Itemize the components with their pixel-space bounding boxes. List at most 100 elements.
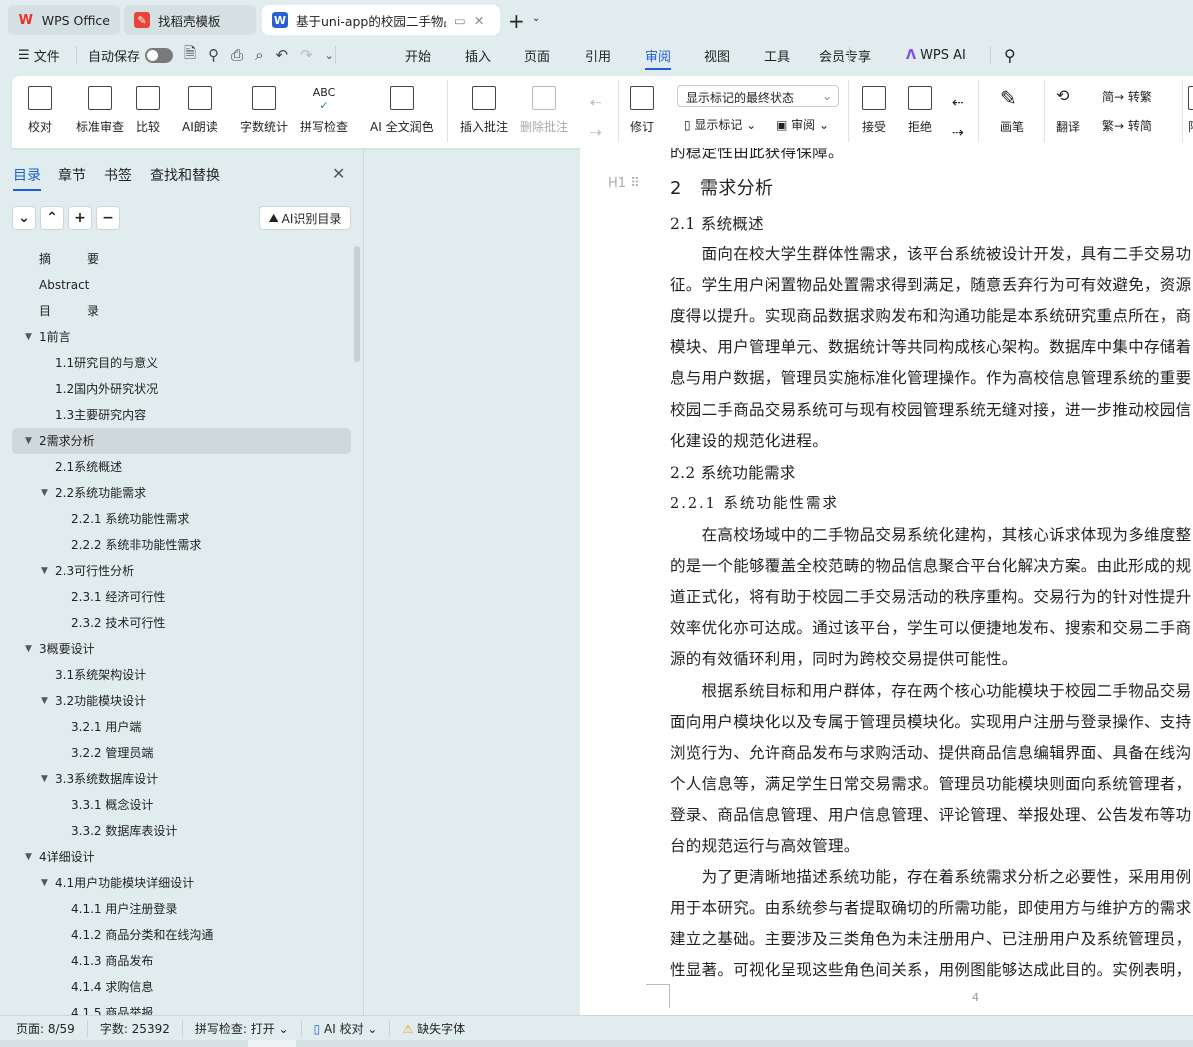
toc-item[interactable]: 4.1.2 商品分类和在线沟通 (12, 922, 351, 948)
toc-item[interactable]: 1.1研究目的与意义 (12, 350, 351, 376)
menu-tab-3[interactable]: 引用 (585, 46, 611, 65)
to-simplified-button[interactable]: 繁→ 转简 (1102, 117, 1152, 134)
ai-proof-status[interactable]: ▯ AI 校对 ⌄ (302, 1019, 391, 1037)
prev-next-change-icons[interactable]: ⇠ ⇢ (952, 88, 964, 148)
drag-handle-icon[interactable]: ⠿ (630, 176, 640, 191)
ai-polish-button[interactable]: AI 全文润色 (370, 86, 434, 135)
print-icon[interactable]: ⎙ (231, 46, 243, 64)
show-markup-button[interactable]: ▯ 显示标记 ⌄ (684, 116, 756, 133)
toc-item[interactable]: ▼ 2.3可行性分析 (12, 558, 351, 584)
toc-item[interactable]: 3.1系统架构设计 (12, 662, 351, 688)
toc-item[interactable]: 4.1.1 用户注册登录 (12, 896, 351, 922)
toc-item[interactable]: ▼ 4详细设计 (12, 844, 351, 870)
ai-read-button[interactable]: AI朗读 (182, 86, 218, 135)
review-pane-button[interactable]: ▣ 审阅 ⌄ (776, 116, 829, 133)
expand-arrow-icon[interactable]: ▼ (25, 844, 32, 870)
toc-item[interactable]: ▼ 3概要设计 (12, 636, 351, 662)
toc-item[interactable]: ▼ 3.3系统数据库设计 (12, 766, 351, 792)
tab-chapters[interactable]: 章节 (58, 165, 86, 185)
collapse-button[interactable]: − (96, 206, 120, 230)
page-indicator[interactable]: 页面: 8/59 (0, 1019, 88, 1037)
heading-marker[interactable]: H1 ⠿ (608, 176, 640, 191)
chevron-down-icon[interactable]: ⌄ (532, 13, 540, 24)
markup-select[interactable]: 显示标记的最终状态 ⌄ (677, 85, 839, 107)
next-heading-button[interactable]: ⌄ (12, 206, 36, 230)
toc-item[interactable]: 2.3.2 技术可行性 (12, 610, 351, 636)
toc-item[interactable]: 1.3主要研究内容 (12, 402, 351, 428)
toc-item[interactable]: 3.2.2 管理员端 (12, 740, 351, 766)
expand-arrow-icon[interactable]: ▼ (25, 636, 32, 662)
menu-tab-4[interactable]: 审阅 (645, 46, 672, 70)
toc-item[interactable]: 1.2国内外研究状况 (12, 376, 351, 402)
toc-item[interactable]: 2.1系统概述 (12, 454, 351, 480)
toc-item[interactable]: 目 录 (12, 298, 351, 324)
toc-item[interactable]: 4.1.4 求购信息 (12, 974, 351, 1000)
spell-check-button[interactable]: ABC ✓ 拼写检查 (300, 86, 348, 135)
close-tab-icon[interactable]: ✕ (474, 13, 484, 28)
expand-arrow-icon[interactable]: ▼ (41, 688, 48, 714)
toggle-switch[interactable] (145, 47, 174, 63)
accept-button[interactable]: 接受 (862, 86, 886, 135)
redo-icon[interactable]: ↷ (300, 46, 313, 64)
toc-item[interactable]: ▼ 2.2系统功能需求 (12, 480, 351, 506)
document-page[interactable]: 的稳定性由此获得保障。 H1 ⠿ 2 需求分析 2.1 系统概述 面向在校大学生… (580, 148, 1193, 1015)
file-menu[interactable]: ☰ 文件 (18, 44, 60, 66)
toc-item[interactable]: ▼ 3.2功能模块设计 (12, 688, 351, 714)
toc-scrollbar[interactable] (354, 246, 360, 362)
tab-document[interactable]: W 基于uni-app的校园二手物品交 ▭ ✕ (262, 5, 500, 35)
translate-button[interactable]: ⟲ 翻译 (1056, 86, 1080, 135)
menu-tab-2[interactable]: 页面 (524, 46, 550, 65)
close-panel-icon[interactable]: ✕ (332, 164, 345, 183)
format-painter-icon[interactable]: ⚲ (208, 46, 219, 64)
expand-arrow-icon[interactable]: ▼ (25, 428, 32, 454)
word-count-button[interactable]: 字数统计 (240, 86, 288, 135)
toc-item[interactable]: 4.1.5 商品举报 (12, 1000, 351, 1015)
search-icon[interactable]: ⚲ (1004, 44, 1016, 66)
tab-wps-office[interactable]: W WPS Office (8, 5, 120, 35)
wps-ai-menu[interactable]: Λ WPS AI (906, 44, 966, 66)
toc-item[interactable]: 4.1.3 商品发布 (12, 948, 351, 974)
missing-font-status[interactable]: ⚠ 缺失字体 (390, 1020, 477, 1037)
expand-button[interactable]: + (68, 206, 92, 230)
tab-bookmarks[interactable]: 书签 (104, 165, 132, 185)
ai-toc-button[interactable]: ⛰ AI识别目录 (259, 206, 351, 230)
restrict-button[interactable]: 限制 (1188, 86, 1193, 135)
expand-arrow-icon[interactable]: ▼ (41, 558, 48, 584)
toc-item[interactable]: ▼ 4.1用户功能模块详细设计 (12, 870, 351, 896)
menu-tab-7[interactable]: 会员专享 (819, 46, 871, 65)
toc-item[interactable]: 2.2.2 系统非功能性需求 (12, 532, 351, 558)
reject-button[interactable]: 拒绝 (908, 86, 932, 135)
prev-next-comment-icons[interactable]: ⇠ ⇢ (590, 88, 602, 148)
save-icon[interactable]: 🗎 (184, 43, 196, 68)
toc-item[interactable]: Abstract (12, 272, 351, 298)
compare-button[interactable]: 比较 (136, 86, 160, 135)
expand-arrow-icon[interactable]: ▼ (41, 480, 48, 506)
tab-find-replace[interactable]: 查找和替换 (150, 165, 220, 185)
toc-item[interactable]: 3.3.2 数据库表设计 (12, 818, 351, 844)
undo-icon[interactable]: ↶ (275, 46, 288, 64)
pen-button[interactable]: ✎ 画笔 (1000, 86, 1024, 135)
proof-button[interactable]: 校对 (28, 86, 52, 135)
menu-tab-1[interactable]: 插入 (465, 46, 491, 65)
menu-tab-5[interactable]: 视图 (704, 46, 730, 65)
expand-arrow-icon[interactable]: ▼ (41, 766, 48, 792)
toc-item[interactable]: 摘 要 (12, 246, 351, 272)
toc-item[interactable]: 2.2.1 系统功能性需求 (12, 506, 351, 532)
new-tab-icon[interactable]: + (508, 9, 525, 33)
menu-tab-0[interactable]: 开始 (405, 46, 431, 65)
toc-item[interactable]: 3.3.1 概念设计 (12, 792, 351, 818)
menu-tab-6[interactable]: 工具 (764, 46, 790, 65)
word-count[interactable]: 字数: 25392 (88, 1019, 183, 1037)
toc-item[interactable]: ▼ 2需求分析 (12, 428, 351, 454)
autosave-toggle[interactable]: 自动保存 (88, 44, 174, 66)
toc-item[interactable]: 3.2.1 用户端 (12, 714, 351, 740)
standard-review-button[interactable]: 标准审查 (76, 86, 124, 135)
tab-toc[interactable]: 目录 (13, 165, 41, 191)
print-preview-icon[interactable]: ⌕ (255, 46, 263, 64)
horizontal-scrollbar[interactable] (0, 1040, 1193, 1047)
track-changes-button[interactable]: 修订 (630, 86, 654, 135)
delete-comment-button[interactable]: 删除批注 (520, 86, 568, 135)
insert-comment-button[interactable]: 插入批注 (460, 86, 508, 135)
prev-heading-button[interactable]: ⌃ (40, 206, 64, 230)
spell-check-status[interactable]: 拼写检查: 打开 ⌄ (183, 1019, 302, 1037)
